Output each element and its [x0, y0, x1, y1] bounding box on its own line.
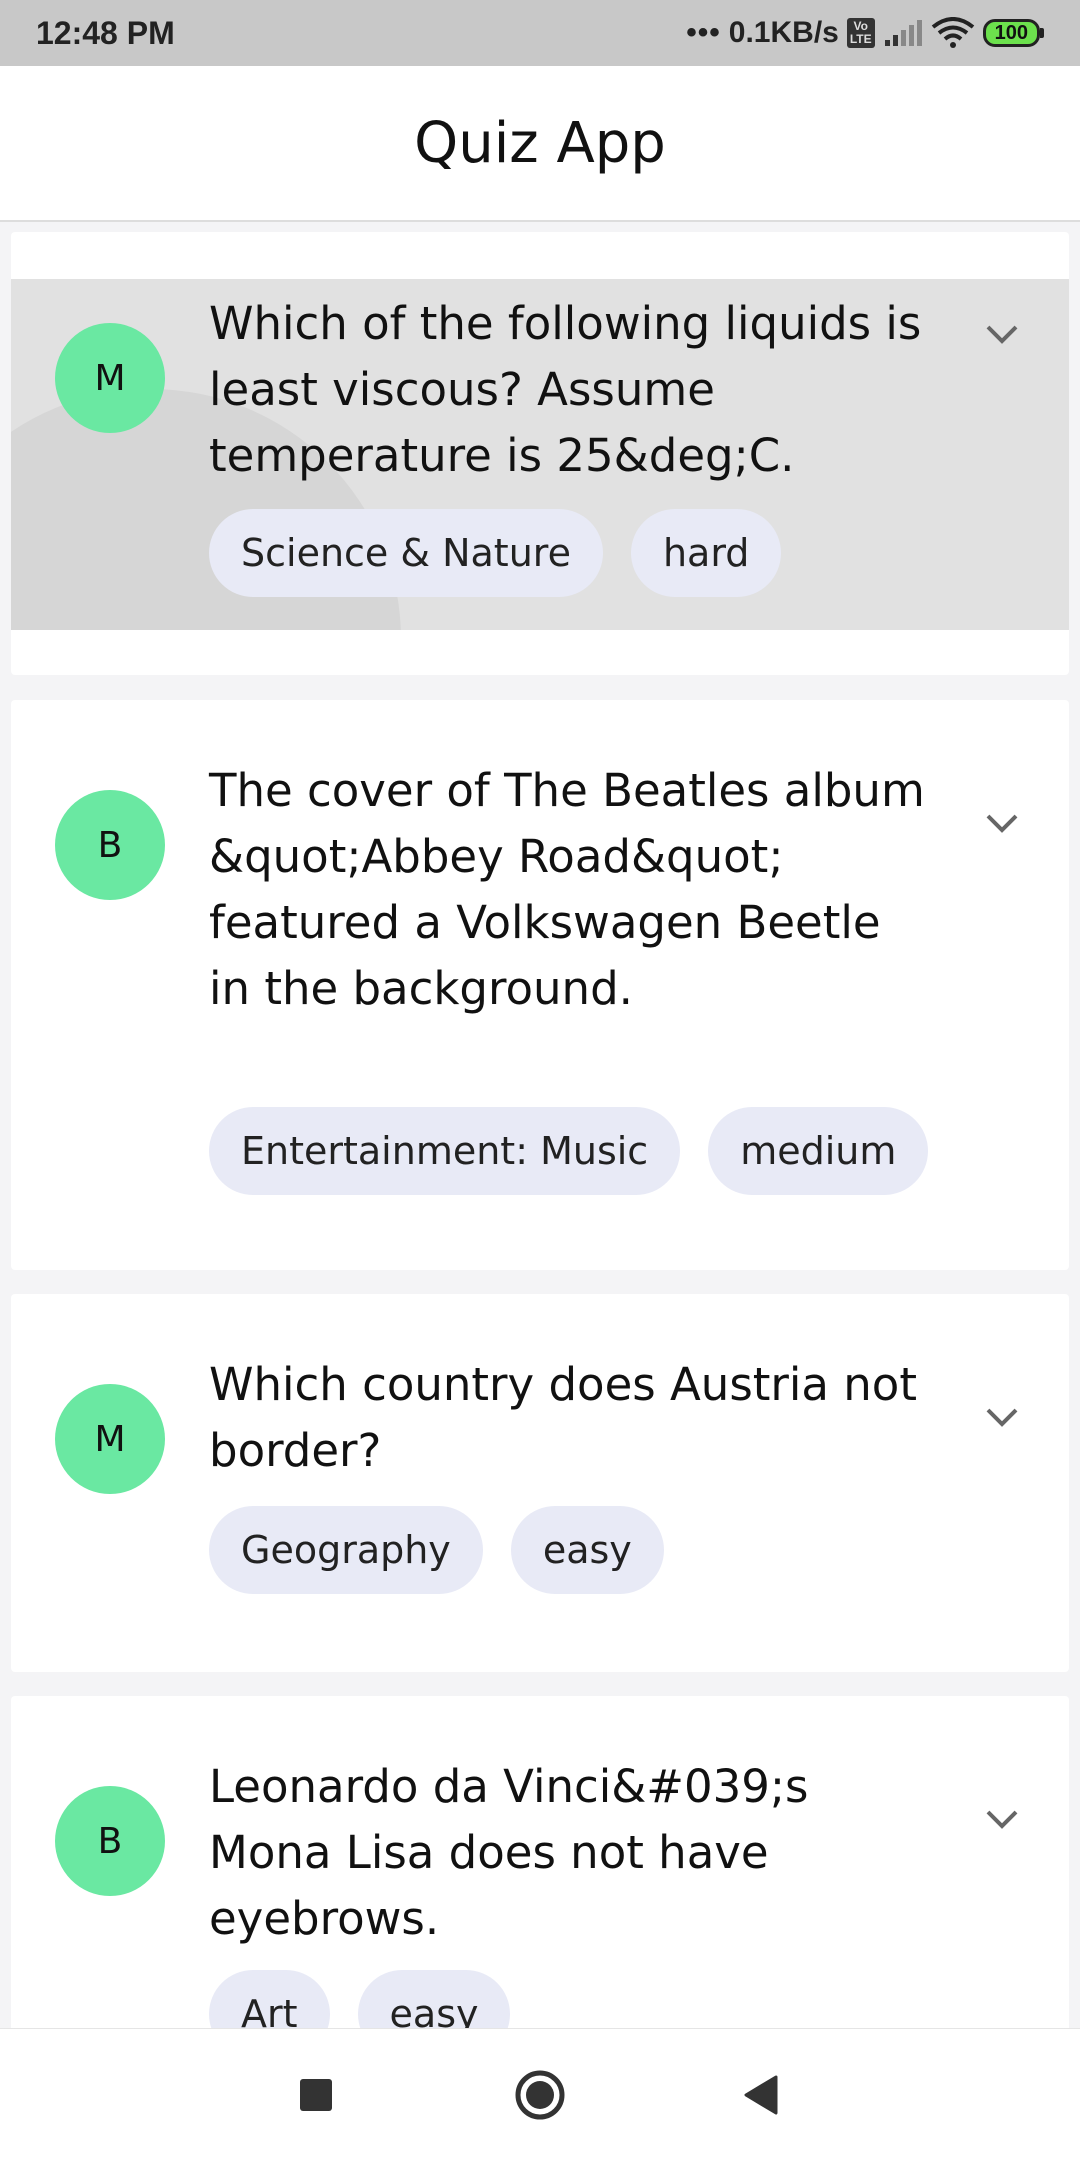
difficulty-chip: hard	[630, 509, 782, 597]
home-button[interactable]	[480, 2029, 600, 2161]
expand-chevron-icon[interactable]	[977, 309, 1027, 359]
question-card[interactable]: B Leonardo da Vinci&#039;s Mona Lisa doe…	[11, 1696, 1069, 2028]
battery-icon: 100	[982, 19, 1044, 47]
question-card-content[interactable]: B Leonardo da Vinci&#039;s Mona Lisa doe…	[11, 1696, 1069, 2028]
tag-row: Geography easy	[209, 1506, 664, 1594]
question-card-content[interactable]: B The cover of The Beatles album &quot;A…	[11, 700, 1069, 1270]
avatar: B	[55, 1786, 165, 1896]
question-text: The cover of The Beatles album &quot;Abb…	[209, 764, 925, 1015]
category-chip: Geography	[209, 1506, 483, 1594]
avatar: M	[55, 1384, 165, 1494]
home-circle-icon	[515, 2070, 565, 2120]
question-card[interactable]: M Which of the following liquids is leas…	[11, 232, 1069, 675]
avatar: M	[55, 323, 165, 433]
recents-square-icon	[300, 2079, 332, 2111]
wifi-icon	[931, 17, 974, 48]
battery-level: 100	[982, 19, 1040, 47]
app-title: Quiz App	[414, 110, 666, 176]
volte-icon: Vo LTE	[846, 18, 875, 48]
category-chip: Art	[209, 1970, 330, 2028]
category-chip: Science & Nature	[209, 509, 603, 597]
question-list[interactable]: M Which of the following liquids is leas…	[0, 222, 1080, 2028]
navigation-bar	[0, 2028, 1080, 2161]
question-card[interactable]: M Which country does Austria not border?…	[11, 1294, 1069, 1672]
expand-chevron-icon[interactable]	[977, 1794, 1027, 1844]
question-card-content[interactable]: M Which of the following liquids is leas…	[11, 279, 1069, 630]
question-card[interactable]: B The cover of The Beatles album &quot;A…	[11, 700, 1069, 1270]
expand-chevron-icon[interactable]	[977, 1392, 1027, 1442]
tag-row: Entertainment: Music medium	[209, 1107, 929, 1195]
signal-dots-icon: •••	[686, 16, 721, 49]
question-text: Leonardo da Vinci&#039;s Mona Lisa does …	[209, 1760, 809, 1945]
difficulty-chip: easy	[357, 1970, 511, 2028]
status-icons: ••• 0.1KB/s Vo LTE 100	[686, 16, 1044, 50]
back-triangle-icon	[744, 2075, 778, 2115]
tag-row: Art easy	[209, 1970, 511, 2028]
tag-row: Science & Nature hard	[209, 509, 782, 597]
status-bar: 12:48 PM ••• 0.1KB/s Vo LTE 100	[0, 0, 1080, 66]
difficulty-chip: easy	[510, 1506, 664, 1594]
question-text: Which of the following liquids is least …	[209, 297, 922, 482]
app-bar: Quiz App	[0, 66, 1080, 222]
recents-button[interactable]	[256, 2029, 376, 2161]
back-button[interactable]	[700, 2029, 820, 2161]
question-card-content[interactable]: M Which country does Austria not border?…	[11, 1294, 1069, 1672]
category-chip: Entertainment: Music	[209, 1107, 681, 1195]
status-time: 12:48 PM	[36, 14, 175, 51]
expand-chevron-icon[interactable]	[977, 798, 1027, 848]
cell-signal-icon	[884, 20, 922, 46]
difficulty-chip: medium	[708, 1107, 929, 1195]
avatar: B	[55, 790, 165, 900]
question-text: Which country does Austria not border?	[209, 1358, 917, 1477]
network-speed: 0.1KB/s	[728, 16, 839, 49]
